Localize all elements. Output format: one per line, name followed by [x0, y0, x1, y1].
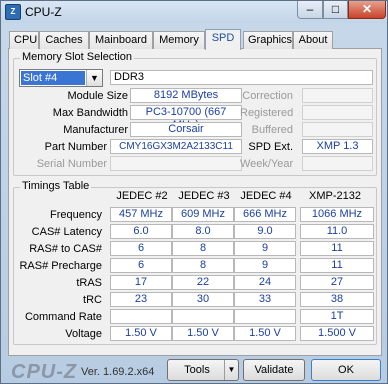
timing-cell: 6	[110, 241, 172, 256]
tools-button-label: Tools	[184, 364, 210, 376]
timing-cell: 1.500 V	[300, 326, 374, 341]
registered-label: Registered	[240, 107, 294, 119]
correction-value	[302, 88, 373, 103]
row-label-command-rate: Command Rate	[24, 311, 102, 323]
column-header: JEDEC #4	[240, 190, 292, 202]
memory-slot-group: Memory Slot Selection Slot #4 ▼ DDR3 Mod…	[13, 51, 377, 176]
row-label-tras: tRAS	[76, 277, 102, 289]
serial-number-label: Serial Number	[36, 158, 107, 170]
cpuz-logo: CPU-Z	[11, 361, 78, 383]
timing-cell: 9	[234, 258, 296, 273]
timing-cell: 17	[110, 275, 172, 290]
module-size-label: Module Size	[67, 90, 128, 102]
row-label-frequency: Frequency	[50, 209, 102, 221]
tab-about[interactable]: About	[293, 31, 333, 49]
timing-cell: 8.0	[172, 224, 234, 239]
timing-cell: 30	[172, 292, 234, 307]
buffered-value	[302, 122, 373, 137]
row-label-ras-precharge: RAS# Precharge	[19, 260, 102, 272]
week-year-label: Week/Year	[240, 158, 294, 170]
timing-cell: 1.50 V	[172, 326, 234, 341]
row-label-ras-to-cas: RAS# to CAS#	[29, 243, 102, 255]
timing-cell	[110, 309, 172, 324]
timing-cell: 6.0	[110, 224, 172, 239]
tab-caches[interactable]: Caches	[39, 31, 89, 49]
row-label-voltage: Voltage	[65, 328, 102, 340]
timing-cell: 11	[300, 241, 374, 256]
spd-ext-value: XMP 1.3	[302, 139, 373, 154]
tab-memory[interactable]: Memory	[153, 31, 205, 49]
timings-group: Timings Table JEDEC #2 JEDEC #3 JEDEC #4…	[13, 180, 377, 345]
memory-slot-group-title: Memory Slot Selection	[20, 51, 135, 63]
buffered-label: Buffered	[251, 124, 293, 136]
status-bar: CPU-Z Ver. 1.69.2.x64 Tools ▼ Validate O…	[1, 356, 387, 384]
timing-cell: 24	[234, 275, 296, 290]
timing-cell: 9.0	[234, 224, 296, 239]
part-number-label: Part Number	[44, 141, 107, 153]
max-bandwidth-label: Max Bandwidth	[52, 107, 128, 119]
timing-cell: 38	[300, 292, 374, 307]
row-label-cas-latency: CAS# Latency	[31, 226, 102, 238]
window-title: CPU-Z	[25, 5, 62, 19]
timing-cell: 1066 MHz	[300, 207, 374, 222]
memory-type-field: DDR3	[110, 70, 373, 85]
timing-cell: 27	[300, 275, 374, 290]
column-header: XMP-2132	[309, 190, 361, 202]
week-year-value	[302, 156, 373, 171]
tab-cpu[interactable]: CPU	[9, 31, 39, 49]
timing-cell: 8	[172, 258, 234, 273]
part-number-value: CMY16GX3M2A2133C11	[110, 139, 242, 154]
timing-cell: 1.50 V	[234, 326, 296, 341]
timing-cell: 33	[234, 292, 296, 307]
slot-dropdown-value: Slot #4	[21, 71, 85, 85]
serial-number-value	[110, 156, 242, 171]
chevron-down-icon[interactable]: ▼	[224, 360, 238, 380]
ok-button[interactable]: OK	[311, 359, 381, 381]
timing-cell	[172, 309, 234, 324]
column-header: JEDEC #3	[178, 190, 230, 202]
tab-graphics[interactable]: Graphics	[243, 31, 293, 49]
spd-ext-label: SPD Ext.	[248, 141, 293, 153]
timing-cell: 11.0	[300, 224, 374, 239]
timing-cell: 11	[300, 258, 374, 273]
timing-cell: 23	[110, 292, 172, 307]
tab-spd[interactable]: SPD	[205, 29, 241, 50]
tab-mainboard[interactable]: Mainboard	[89, 31, 153, 49]
cpuz-app-icon: Z	[5, 4, 21, 20]
row-label-trc: tRC	[83, 294, 102, 306]
maximize-button[interactable]: □	[323, 1, 348, 19]
validate-button[interactable]: Validate	[243, 359, 305, 381]
timing-cell	[234, 309, 296, 324]
timing-cell: 666 MHz	[234, 207, 296, 222]
close-button[interactable]: ✕	[348, 1, 386, 19]
timing-cell: 457 MHz	[110, 207, 172, 222]
timing-cell: 9	[234, 241, 296, 256]
title-bar[interactable]: Z CPU-Z – □ ✕	[1, 1, 387, 23]
correction-label: Correction	[242, 90, 293, 102]
minimize-button[interactable]: –	[297, 1, 323, 19]
timing-cell: 1T	[300, 309, 374, 324]
registered-value	[302, 105, 373, 120]
manufacturer-value: Corsair	[130, 122, 242, 137]
module-size-value: 8192 MBytes	[130, 88, 242, 103]
timing-cell: 609 MHz	[172, 207, 234, 222]
timings-group-title: Timings Table	[20, 180, 92, 192]
cpuz-window: Z CPU-Z – □ ✕ CPU Caches Mainboard Memor…	[0, 0, 388, 384]
timing-cell: 8	[172, 241, 234, 256]
manufacturer-label: Manufacturer	[63, 124, 128, 136]
chevron-down-icon: ▼	[86, 70, 102, 86]
slot-dropdown[interactable]: Slot #4 ▼	[19, 69, 103, 87]
tools-button[interactable]: Tools ▼	[167, 359, 239, 381]
max-bandwidth-value: PC3-10700 (667 MHz)	[130, 105, 242, 131]
version-text: Ver. 1.69.2.x64	[81, 366, 155, 378]
timing-cell: 6	[110, 258, 172, 273]
timing-cell: 22	[172, 275, 234, 290]
timing-cell: 1.50 V	[110, 326, 172, 341]
column-header: JEDEC #2	[116, 190, 168, 202]
